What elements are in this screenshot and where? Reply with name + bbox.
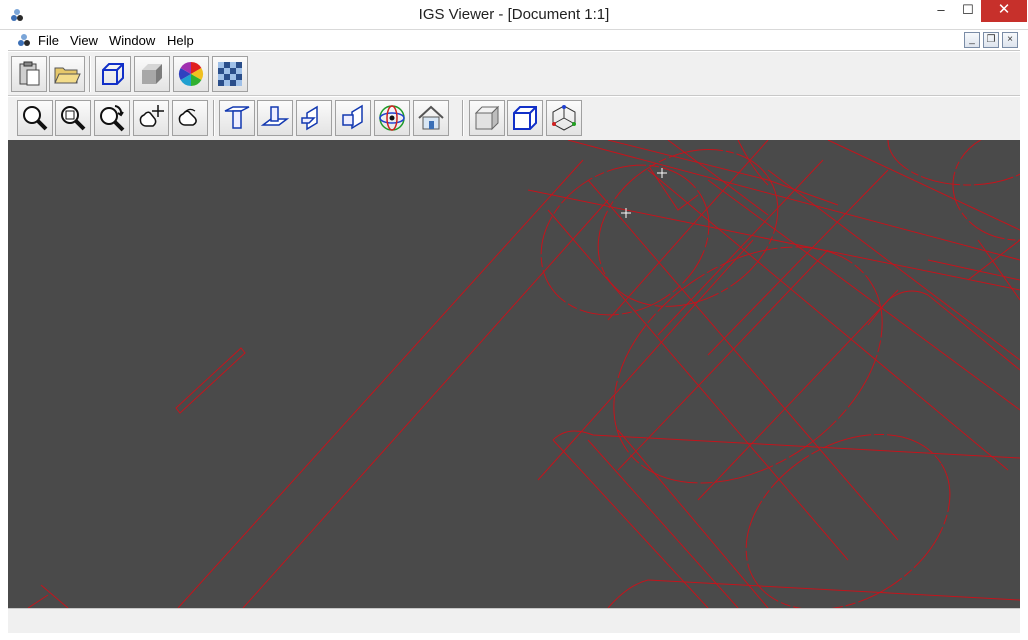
top-view-button[interactable] <box>257 100 293 136</box>
zoom-window-button[interactable] <box>55 100 91 136</box>
front-view-button[interactable] <box>219 100 255 136</box>
side-view-icon <box>301 105 318 131</box>
toolbar-separator <box>213 100 215 136</box>
pan-button[interactable] <box>133 100 169 136</box>
home-view-button[interactable] <box>413 100 449 136</box>
orbit-button[interactable] <box>374 100 410 136</box>
minimize-button[interactable]: – <box>927 0 955 22</box>
color-wheel-icon <box>178 61 204 86</box>
wire-box-button[interactable] <box>507 100 543 136</box>
menu-bar: File View Window Help _ ❐ × <box>8 30 1020 51</box>
toolbar-separator <box>462 100 464 136</box>
open-button[interactable] <box>49 56 85 92</box>
wireframe-cube-icon <box>102 63 124 85</box>
status-bar <box>8 608 1020 633</box>
axes-button[interactable] <box>546 100 582 136</box>
toolbar-separator <box>89 56 91 92</box>
mdi-minimize-button[interactable]: _ <box>964 32 980 48</box>
rotate-hand-button[interactable] <box>172 100 208 136</box>
mdi-close-button[interactable]: × <box>1002 32 1018 48</box>
zoom-previous-icon <box>100 105 125 132</box>
zoom-window-icon <box>61 106 86 131</box>
axes-icon <box>552 105 576 131</box>
paste-icon <box>19 61 40 86</box>
window-frame-left <box>0 30 8 640</box>
window-frame-bottom <box>0 633 1028 640</box>
texture-icon <box>218 62 242 86</box>
menu-help[interactable]: Help <box>167 33 194 48</box>
cad-viewport[interactable] <box>8 140 1020 608</box>
mdi-restore-button[interactable]: ❐ <box>983 32 999 48</box>
shaded-cube-icon <box>142 64 162 84</box>
solid-box-icon <box>474 105 500 131</box>
texture-button[interactable] <box>212 56 248 92</box>
title-bar: IGS Viewer - [Document 1:1] – ☐ ✕ <box>0 0 1028 30</box>
back-view-icon <box>342 104 363 130</box>
rotate-hand-icon <box>178 108 197 126</box>
main-toolbar <box>8 52 1020 96</box>
zoom-previous-button[interactable] <box>94 100 130 136</box>
side-view-button[interactable] <box>296 100 332 136</box>
back-view-button[interactable] <box>335 100 371 136</box>
document-icon[interactable] <box>16 32 32 48</box>
wire-box-icon <box>513 106 537 130</box>
orbit-icon <box>379 105 405 131</box>
wireframe-button[interactable] <box>95 56 131 92</box>
maximize-button[interactable]: ☐ <box>955 0 981 22</box>
menu-window[interactable]: Window <box>109 33 155 48</box>
color-button[interactable] <box>173 56 209 92</box>
front-view-icon <box>224 106 250 129</box>
window-title: IGS Viewer - [Document 1:1] <box>418 6 610 23</box>
home-view-icon <box>418 105 444 130</box>
menu-file[interactable]: File <box>38 33 59 48</box>
close-button[interactable]: ✕ <box>981 0 1027 22</box>
top-view-icon <box>260 106 290 126</box>
paste-button[interactable] <box>11 56 47 92</box>
menu-view[interactable]: View <box>70 33 98 48</box>
wireframe-model <box>27 140 1020 608</box>
zoom-icon <box>23 106 48 131</box>
solid-box-button[interactable] <box>469 100 505 136</box>
open-folder-icon <box>54 67 81 84</box>
zoom-button[interactable] <box>17 100 53 136</box>
pan-icon <box>139 105 164 127</box>
window-frame-right <box>1020 30 1028 640</box>
shaded-button[interactable] <box>134 56 170 92</box>
view-toolbar <box>8 97 1020 140</box>
